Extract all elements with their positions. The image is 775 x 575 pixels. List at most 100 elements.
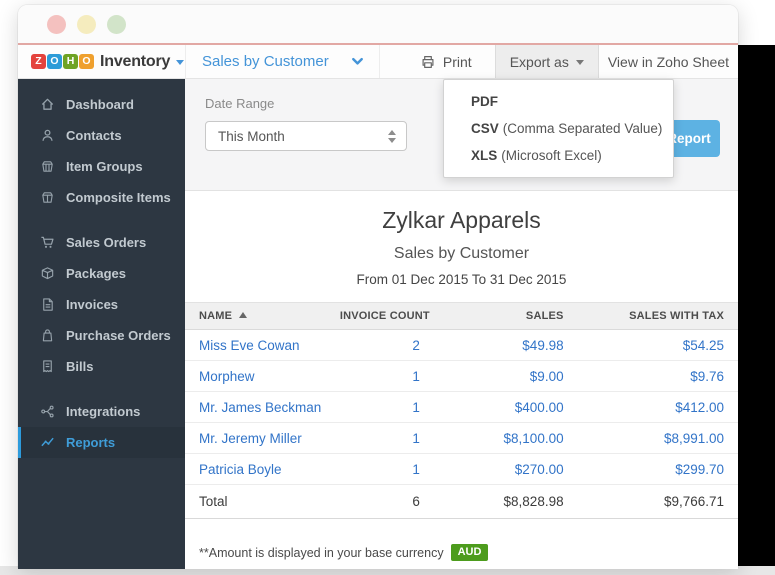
export-dropdown-menu: PDF CSV (Comma Separated Value) XLS (Micro… bbox=[443, 79, 674, 178]
sidebar-item-packages[interactable]: Packages bbox=[18, 258, 185, 289]
logo-letter: Z bbox=[31, 54, 46, 69]
reports-icon bbox=[40, 435, 55, 450]
table-row: Mr. James Beckman 1 $400.00 $412.00 bbox=[185, 392, 738, 423]
bills-icon bbox=[40, 359, 55, 374]
print-button[interactable]: Print bbox=[397, 45, 495, 78]
invoice-count-cell: 1 bbox=[340, 454, 434, 485]
purchase-orders-icon bbox=[40, 328, 55, 343]
view-in-zoho-sheet-button[interactable]: View in Zoho Sheet bbox=[599, 45, 738, 78]
background-strip bbox=[738, 45, 775, 568]
app-name: Inventory bbox=[100, 53, 170, 71]
sidebar-item-label: Dashboard bbox=[66, 97, 134, 112]
report-period: From 01 Dec 2015 To 31 Dec 2015 bbox=[185, 272, 738, 287]
app-switcher-caret-icon bbox=[176, 60, 184, 65]
report-selector-label: Sales by Customer bbox=[202, 53, 329, 70]
total-label: Total bbox=[185, 485, 340, 519]
sales-with-tax-cell: $54.25 bbox=[578, 330, 738, 361]
window-close-button[interactable] bbox=[47, 15, 66, 34]
date-range-select[interactable]: This Month bbox=[205, 121, 407, 151]
page: Z O H O Inventory Sales by Customer Pr bbox=[0, 0, 775, 575]
column-header-sales-with-tax[interactable]: SALES WITH TAX bbox=[578, 303, 738, 330]
sales-cell: $9.00 bbox=[434, 361, 578, 392]
customer-name-link[interactable]: Miss Eve Cowan bbox=[185, 330, 340, 361]
sales-with-tax-cell: $299.70 bbox=[578, 454, 738, 485]
total-sales-with-tax: $9,766.71 bbox=[578, 485, 738, 519]
menu-item-desc: (Comma Separated Value) bbox=[503, 121, 663, 136]
menu-item-key: PDF bbox=[471, 94, 498, 109]
print-label: Print bbox=[443, 54, 472, 70]
sales-cell: $49.98 bbox=[434, 330, 578, 361]
column-header-invoice-count[interactable]: INVOICE COUNT bbox=[340, 303, 434, 330]
invoice-count-cell: 1 bbox=[340, 423, 434, 454]
invoice-count-cell: 2 bbox=[340, 330, 434, 361]
sidebar-item-integrations[interactable]: Integrations bbox=[18, 396, 185, 427]
company-name: Zylkar Apparels bbox=[185, 207, 738, 234]
contacts-icon bbox=[40, 128, 55, 143]
sidebar: Dashboard Contacts Item Groups Composite… bbox=[18, 79, 185, 569]
sidebar-item-label: Bills bbox=[66, 359, 93, 374]
column-header-name[interactable]: NAME bbox=[185, 303, 340, 330]
invoice-count-cell: 1 bbox=[340, 361, 434, 392]
table-total-row: Total 6 $8,828.98 $9,766.71 bbox=[185, 485, 738, 519]
table-row: Mr. Jeremy Miller 1 $8,100.00 $8,991.00 bbox=[185, 423, 738, 454]
sidebar-item-sales-orders[interactable]: Sales Orders bbox=[18, 227, 185, 258]
sidebar-item-label: Packages bbox=[66, 266, 126, 281]
window-titlebar bbox=[18, 5, 738, 45]
packages-icon bbox=[40, 266, 55, 281]
zoho-inventory-logo[interactable]: Z O H O Inventory bbox=[18, 45, 185, 78]
export-menu-item-pdf[interactable]: PDF bbox=[444, 88, 673, 115]
sales-with-tax-cell: $412.00 bbox=[578, 392, 738, 423]
customer-name-link[interactable]: Morphew bbox=[185, 361, 340, 392]
column-header-label: NAME bbox=[199, 310, 232, 322]
sidebar-item-label: Reports bbox=[66, 435, 115, 450]
sidebar-item-label: Sales Orders bbox=[66, 235, 146, 250]
sidebar-item-purchase-orders[interactable]: Purchase Orders bbox=[18, 320, 185, 351]
export-as-button[interactable]: Export as bbox=[495, 45, 599, 78]
sales-with-tax-cell: $8,991.00 bbox=[578, 423, 738, 454]
window-zoom-button[interactable] bbox=[107, 15, 126, 34]
sales-orders-icon bbox=[40, 235, 55, 250]
sales-with-tax-cell: $9.76 bbox=[578, 361, 738, 392]
chevron-down-icon bbox=[350, 54, 365, 69]
sidebar-item-item-groups[interactable]: Item Groups bbox=[18, 151, 185, 182]
menu-item-key: CSV bbox=[471, 121, 499, 136]
customer-name-link[interactable]: Mr. James Beckman bbox=[185, 392, 340, 423]
menu-item-key: XLS bbox=[471, 148, 497, 163]
sales-cell: $8,100.00 bbox=[434, 423, 578, 454]
total-sales: $8,828.98 bbox=[434, 485, 578, 519]
report-title: Sales by Customer bbox=[185, 245, 738, 263]
currency-badge: AUD bbox=[451, 544, 489, 561]
menu-item-desc: (Microsoft Excel) bbox=[501, 148, 602, 163]
customer-name-link[interactable]: Mr. Jeremy Miller bbox=[185, 423, 340, 454]
report-selector-dropdown[interactable]: Sales by Customer bbox=[185, 45, 380, 78]
column-header-sales[interactable]: SALES bbox=[434, 303, 578, 330]
sidebar-item-label: Invoices bbox=[66, 297, 118, 312]
app-window: Z O H O Inventory Sales by Customer Pr bbox=[18, 5, 738, 568]
sidebar-item-contacts[interactable]: Contacts bbox=[18, 120, 185, 151]
item-groups-icon bbox=[40, 159, 55, 174]
date-range-value: This Month bbox=[218, 129, 285, 144]
sidebar-item-invoices[interactable]: Invoices bbox=[18, 289, 185, 320]
sales-cell: $400.00 bbox=[434, 392, 578, 423]
sidebar-item-bills[interactable]: Bills bbox=[18, 351, 185, 382]
sidebar-item-label: Purchase Orders bbox=[66, 328, 171, 343]
logo-letter: O bbox=[79, 54, 94, 69]
sidebar-item-label: Item Groups bbox=[66, 159, 143, 174]
sidebar-item-label: Contacts bbox=[66, 128, 122, 143]
window-minimize-button[interactable] bbox=[77, 15, 96, 34]
composite-items-icon bbox=[40, 190, 55, 205]
export-menu-item-xls[interactable]: XLS (Microsoft Excel) bbox=[444, 142, 673, 169]
sidebar-item-label: Integrations bbox=[66, 404, 140, 419]
sidebar-item-dashboard[interactable]: Dashboard bbox=[18, 89, 185, 120]
logo-letter: O bbox=[47, 54, 62, 69]
report-toolbar: Print Export as View in Zoho Sheet bbox=[380, 45, 738, 78]
sidebar-item-composite-items[interactable]: Composite Items bbox=[18, 182, 185, 213]
footnote-text: **Amount is displayed in your base curre… bbox=[199, 546, 444, 560]
export-menu-item-csv[interactable]: CSV (Comma Separated Value) bbox=[444, 115, 673, 142]
integrations-icon bbox=[40, 404, 55, 419]
sidebar-item-reports[interactable]: Reports bbox=[18, 427, 185, 458]
home-icon bbox=[40, 97, 55, 112]
table-row: Morphew 1 $9.00 $9.76 bbox=[185, 361, 738, 392]
customer-name-link[interactable]: Patricia Boyle bbox=[185, 454, 340, 485]
report-area: Zylkar Apparels Sales by Customer From 0… bbox=[185, 191, 738, 569]
